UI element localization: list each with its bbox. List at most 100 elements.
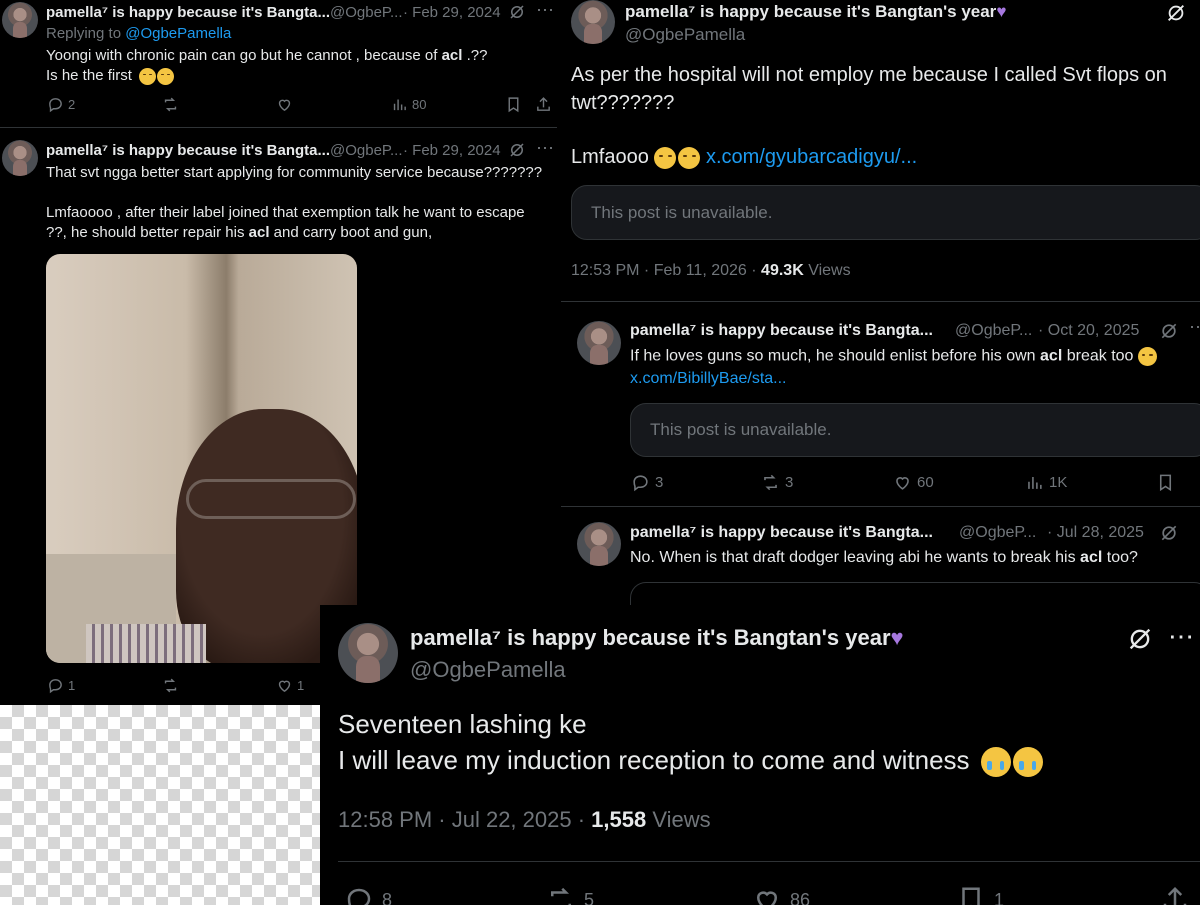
tweet-text-line2: I will leave my induction reception to c…	[338, 745, 1043, 778]
timestamp[interactable]: · Jul 28, 2025	[1047, 524, 1144, 542]
text: If he loves guns so much, he should enli…	[630, 347, 1036, 365]
grok-icon[interactable]	[508, 3, 526, 26]
like-count: 86	[790, 889, 811, 905]
photo-detail	[186, 479, 356, 519]
reply-icon	[49, 98, 62, 113]
avatar[interactable]	[338, 623, 398, 683]
tweet-link[interactable]: x.com/gyubarcadigyu/...	[706, 146, 917, 168]
handle[interactable]: @OgbeP...	[330, 142, 403, 159]
reply-count: 1	[68, 678, 76, 693]
replying-to: Replying to @OgbePamella	[46, 25, 231, 42]
display-name[interactable]: pamella⁷ is happy because it's Bangta...	[630, 524, 933, 542]
share-button[interactable]	[1160, 885, 1190, 905]
display-name[interactable]: pamella⁷ is happy because it's Bangtan's…	[410, 625, 904, 651]
view-count: 1,558	[591, 807, 647, 832]
text: .??	[466, 47, 488, 64]
name-text: pamella⁷ is happy because it's Bangtan's…	[410, 625, 891, 650]
grok-icon[interactable]	[1126, 625, 1154, 658]
retweet-icon	[164, 678, 177, 693]
face-emoji	[1137, 347, 1157, 366]
like-button[interactable]: 60	[893, 473, 934, 492]
reply-button[interactable]: 8	[344, 885, 392, 905]
handle[interactable]: @OgbeP...	[955, 322, 1032, 340]
avatar[interactable]	[577, 522, 621, 566]
heart-icon	[278, 99, 291, 112]
share-icon	[537, 97, 550, 111]
grok-icon[interactable]	[1165, 2, 1187, 29]
media-photo[interactable]	[46, 254, 357, 663]
views-button[interactable]: 1K	[1025, 473, 1067, 492]
unavailable-quote[interactable]: This post is unavailable.	[571, 185, 1200, 240]
tweet-panel-d: pamella⁷ is happy because it's Bangta...…	[557, 303, 1200, 508]
like-button[interactable]: 86	[752, 885, 810, 905]
retweet-icon	[164, 97, 177, 112]
like-button[interactable]	[276, 96, 293, 113]
display-name[interactable]: pamella⁷ is happy because it's Bangta...	[46, 4, 330, 21]
unavailable-quote[interactable]: This post is unavailable.	[630, 403, 1200, 457]
avatar[interactable]	[577, 321, 621, 365]
views-label: Views	[652, 807, 711, 832]
text: too?	[1106, 549, 1138, 566]
share-button[interactable]	[535, 96, 552, 113]
grok-icon[interactable]	[508, 141, 526, 164]
display-name[interactable]: pamella⁷ is happy because it's Bangta...	[630, 322, 933, 340]
reply-button[interactable]: 3	[631, 473, 663, 492]
display-name[interactable]: pamella⁷ is happy because it's Bangtan's…	[625, 2, 1006, 22]
reply-button[interactable]: 2	[47, 96, 75, 113]
reply-button[interactable]: 1	[47, 677, 75, 694]
unavailable-text: This post is unavailable.	[591, 202, 773, 222]
timestamp[interactable]: · Oct 20, 2025	[1038, 322, 1139, 340]
quoted-card-edge	[630, 582, 1200, 605]
more-icon[interactable]: ⋯	[1168, 621, 1194, 652]
avatar[interactable]	[2, 2, 38, 38]
tweet-text-line2: twt???????	[571, 92, 675, 114]
handle[interactable]: @OgbeP...	[959, 524, 1036, 542]
tweet-text-line1: That svt ngga better start applying for …	[46, 164, 543, 181]
handle[interactable]: @OgbeP...	[330, 4, 403, 21]
heart-icon	[756, 891, 778, 905]
retweet-count: 3	[785, 474, 794, 491]
tweet-meta: 12:58 PM · Jul 22, 2025 · 1,558 Views	[338, 807, 711, 833]
text: ??, he should better repair his	[46, 224, 245, 241]
avatar[interactable]	[571, 0, 615, 44]
views-label: Views	[808, 262, 851, 279]
timestamp[interactable]: 12:53 PM · Feb 11, 2026 ·	[571, 262, 757, 279]
grok-icon[interactable]	[1159, 321, 1179, 346]
timestamp[interactable]: 12:58 PM · Jul 22, 2025 ·	[338, 807, 585, 832]
transparent-area	[0, 705, 320, 905]
avatar[interactable]	[2, 140, 38, 176]
display-name[interactable]: pamella⁷ is happy because it's Bangta...	[46, 142, 330, 159]
retweet-button[interactable]	[162, 677, 179, 694]
tweet-text-line1: If he loves guns so much, he should enli…	[630, 347, 1157, 366]
tweet-text-line1: Seventeen lashing ke	[338, 709, 587, 739]
bookmark-button[interactable]: 1	[956, 885, 1004, 905]
more-icon[interactable]: ⋯	[536, 0, 554, 21]
heart-icon	[896, 477, 909, 490]
grok-icon[interactable]	[1159, 523, 1179, 548]
retweet-button[interactable]: 3	[761, 473, 793, 492]
like-button[interactable]: 1	[276, 677, 304, 694]
timestamp[interactable]: · Feb 29, 2024	[403, 142, 501, 159]
retweet-icon	[551, 887, 571, 905]
bookmark-button[interactable]	[1156, 473, 1175, 492]
purple-heart-emoji: ♥	[996, 2, 1007, 21]
more-icon[interactable]: ⋯	[536, 138, 554, 159]
timestamp[interactable]: · Feb 29, 2024	[403, 4, 501, 21]
name-text: pamella⁷ is happy because it's Bangtan's…	[625, 2, 997, 21]
bookmark-button[interactable]	[505, 96, 522, 113]
bold-text: acl	[441, 47, 463, 64]
more-icon[interactable]: ⋯	[1189, 317, 1200, 338]
view-count: 49.3K	[761, 262, 804, 279]
relieved-emoji	[157, 67, 175, 85]
handle[interactable]: @OgbePamella	[410, 657, 566, 683]
tweet-link[interactable]: x.com/BibillyBae/sta...	[630, 370, 787, 388]
reply-icon	[347, 888, 371, 905]
replying-handle-link[interactable]: @OgbePamella	[125, 25, 231, 42]
retweet-button[interactable]	[162, 96, 179, 113]
reply-icon	[633, 475, 648, 492]
heart-icon	[278, 680, 291, 693]
handle[interactable]: @OgbePamella	[625, 25, 745, 45]
views-button[interactable]: 80	[391, 96, 426, 113]
unavailable-text: This post is unavailable.	[650, 420, 832, 439]
retweet-button[interactable]: 5	[546, 885, 594, 905]
